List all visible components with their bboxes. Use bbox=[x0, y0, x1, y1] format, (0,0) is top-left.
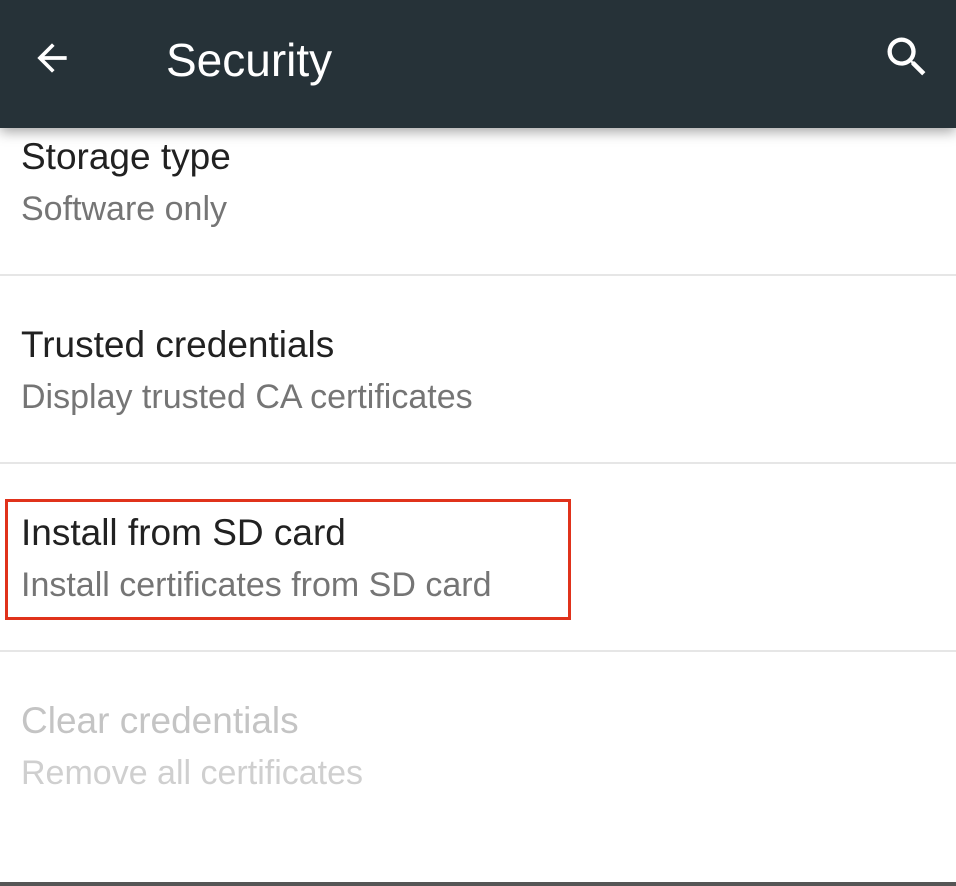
arrow-back-icon bbox=[37, 43, 67, 73]
page-title: Security bbox=[166, 34, 333, 86]
pref-title: Install from SD card bbox=[21, 512, 346, 553]
pref-summary: Display trusted CA certificates bbox=[21, 378, 473, 416]
pref-item-clear-credentials: Clear credentials Remove all certificate… bbox=[0, 652, 956, 882]
settings-screen: Security Storage type Software only Trus… bbox=[0, 0, 956, 886]
back-button[interactable] bbox=[22, 28, 82, 88]
search-icon bbox=[887, 37, 926, 76]
app-bar: Security bbox=[0, 0, 956, 128]
pref-summary: Install certificates from SD card bbox=[21, 566, 492, 604]
bottom-divider bbox=[0, 882, 956, 886]
pref-item-install-from-sd-card[interactable]: Install from SD card Install certificate… bbox=[0, 464, 956, 652]
pref-item-storage-type[interactable]: Storage type Software only bbox=[0, 128, 956, 276]
pref-title: Trusted credentials bbox=[21, 324, 335, 365]
pref-item-trusted-credentials[interactable]: Trusted credentials Display trusted CA c… bbox=[0, 276, 956, 464]
pref-summary: Software only bbox=[21, 190, 227, 228]
pref-title: Storage type bbox=[21, 136, 231, 177]
pref-title: Clear credentials bbox=[21, 700, 299, 741]
pref-summary: Remove all certificates bbox=[21, 754, 364, 792]
preference-list: Storage type Software only Trusted crede… bbox=[0, 128, 956, 882]
search-button[interactable] bbox=[876, 26, 938, 88]
